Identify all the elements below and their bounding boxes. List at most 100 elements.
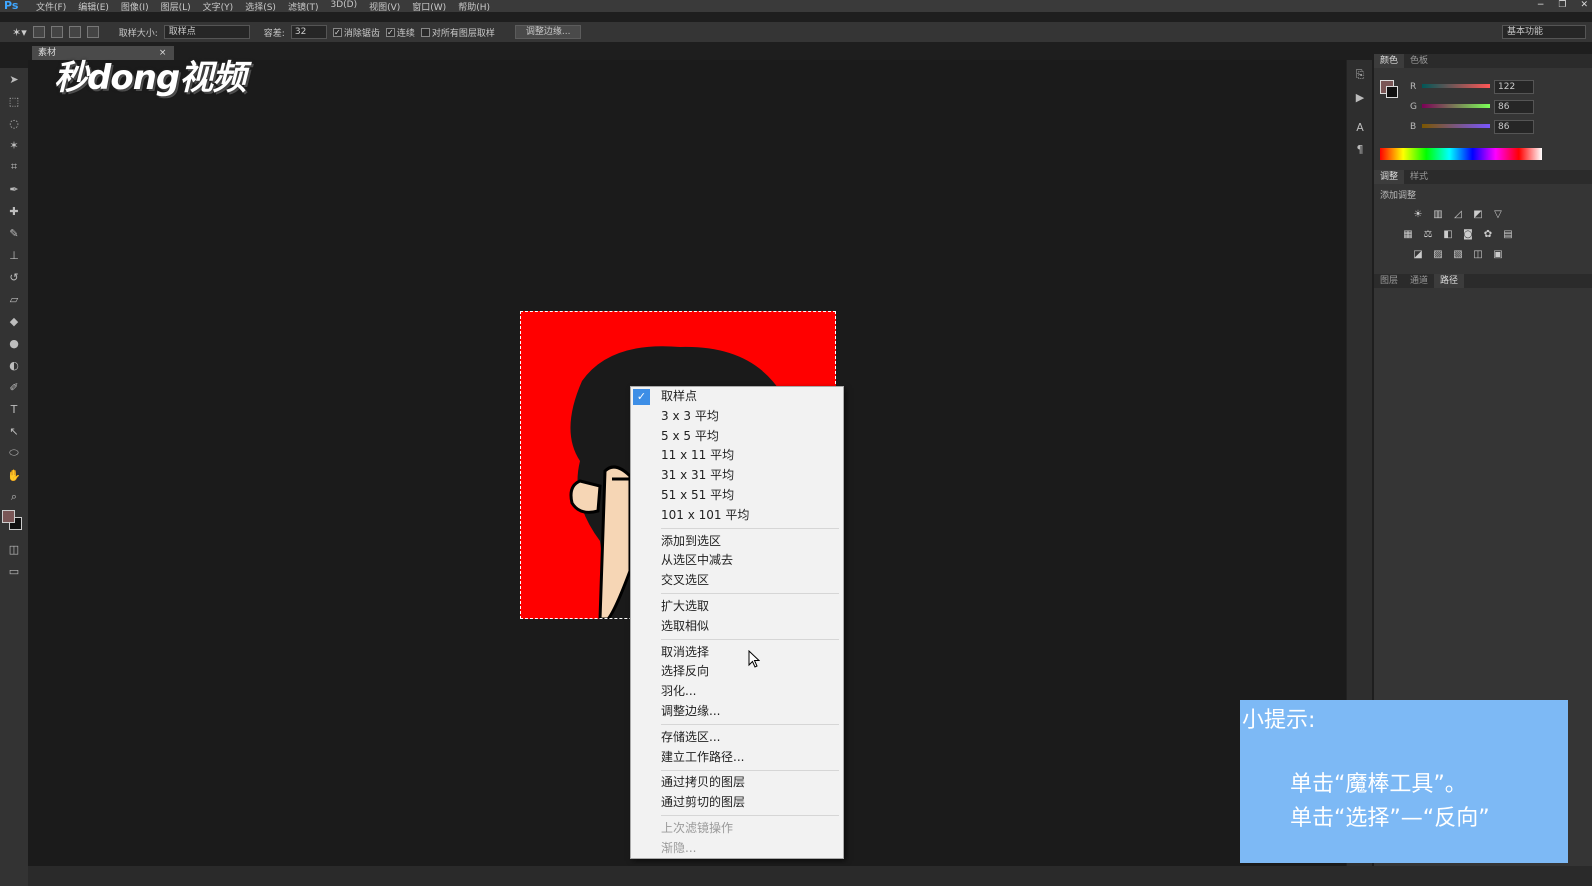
pen-tool-icon[interactable]: ✐ (0, 376, 28, 398)
hue-saturation-icon[interactable]: ▦ (1400, 227, 1416, 241)
healing-brush-tool-icon[interactable]: ✚ (0, 200, 28, 222)
context-menu-item[interactable]: 选取相似 (631, 617, 843, 637)
paint-bucket-tool-icon[interactable]: ◆ (0, 310, 28, 332)
color-swatches[interactable] (0, 508, 28, 538)
context-menu-item[interactable]: 交叉选区 (631, 571, 843, 591)
color-balance-icon[interactable]: ⚖ (1420, 227, 1436, 241)
menu-item[interactable]: 文件(F) (30, 0, 72, 13)
menu-item[interactable]: 窗口(W) (406, 0, 452, 13)
context-menu-item[interactable]: 调整边缘... (631, 702, 843, 722)
sample-size-select[interactable]: 取样点 (163, 25, 250, 39)
shape-tool-icon[interactable]: ⬭ (0, 442, 28, 464)
selective-color-icon[interactable]: ▣ (1490, 247, 1506, 261)
brush-tool-icon[interactable]: ✎ (0, 222, 28, 244)
zoom-tool-icon[interactable]: ⌕ (0, 486, 28, 508)
subtract-from-selection-icon[interactable] (68, 26, 81, 38)
magic-wand-tool-preset-icon[interactable]: ✶▾ (12, 26, 27, 39)
menu-item[interactable]: 图像(I) (115, 0, 155, 13)
exposure-icon[interactable]: ◩ (1470, 207, 1486, 221)
actions-panel-icon[interactable]: ▶ (1347, 86, 1373, 108)
photo-filter-icon[interactable]: ◙ (1460, 227, 1476, 241)
menu-item[interactable]: 滤镜(T) (282, 0, 325, 13)
workspace-select[interactable]: 基本功能 (1502, 25, 1586, 39)
anti-alias-checkbox[interactable]: ✓ 消除锯齿 (332, 26, 380, 39)
posterize-icon[interactable]: ▨ (1430, 247, 1446, 261)
hand-tool-icon[interactable]: ✋ (0, 464, 28, 486)
channel-mixer-icon[interactable]: ✿ (1480, 227, 1496, 241)
context-menu-item[interactable]: 选择反向 (631, 662, 843, 682)
paragraph-panel-icon[interactable]: ¶ (1347, 138, 1373, 160)
type-tool-icon[interactable]: T (0, 398, 28, 420)
tab-swatches[interactable]: 色板 (1404, 54, 1434, 68)
tab-adjustments[interactable]: 调整 (1374, 170, 1405, 184)
color-spectrum-bar[interactable] (1380, 148, 1542, 160)
menu-item[interactable]: 选择(S) (239, 0, 282, 13)
crop-tool-icon[interactable]: ⌗ (0, 156, 28, 178)
curves-icon[interactable]: ◿ (1450, 207, 1466, 221)
history-panel-icon[interactable]: ⎘ (1347, 64, 1373, 86)
context-menu-item[interactable]: 通过剪切的图层 (631, 793, 843, 813)
brightness-icon[interactable]: ☀ (1410, 207, 1426, 221)
context-menu-item[interactable]: 取消选择 (631, 643, 843, 663)
context-menu-item[interactable]: 3 x 3 平均 (631, 407, 843, 427)
marquee-tool-icon[interactable]: ⬚ (0, 90, 28, 112)
clone-stamp-tool-icon[interactable]: ⊥ (0, 244, 28, 266)
screen-mode-icon[interactable]: ▭ (0, 560, 28, 582)
tab-paths[interactable]: 路径 (1434, 274, 1465, 288)
red-slider[interactable] (1422, 84, 1490, 88)
context-menu-item[interactable]: 通过拷贝的图层 (631, 773, 843, 793)
contiguous-checkbox[interactable]: ✓ 连续 (385, 26, 415, 39)
context-menu-item[interactable]: 51 x 51 平均 (631, 486, 843, 506)
invert-icon[interactable]: ◪ (1410, 247, 1426, 261)
context-menu-item[interactable]: 扩大选取 (631, 597, 843, 617)
blur-tool-icon[interactable]: ● (0, 332, 28, 354)
red-value-input[interactable]: 122 (1494, 80, 1534, 94)
context-menu-item[interactable]: 建立工作路径... (631, 748, 843, 768)
menu-item[interactable]: 3D(D) (324, 0, 363, 13)
context-menu-item[interactable]: 添加到选区 (631, 532, 843, 552)
context-menu-item[interactable]: 存储选区... (631, 728, 843, 748)
color-lookup-icon[interactable]: ▤ (1500, 227, 1516, 241)
menu-item[interactable]: 文字(Y) (197, 0, 240, 13)
menu-item[interactable]: 编辑(E) (72, 0, 115, 13)
blue-value-input[interactable]: 86 (1494, 120, 1534, 134)
menu-item[interactable]: 帮助(H) (452, 0, 496, 13)
quick-mask-icon[interactable]: ◫ (0, 538, 28, 560)
minimize-button[interactable]: − (1537, 0, 1545, 10)
green-slider[interactable] (1422, 104, 1490, 108)
tab-color[interactable]: 颜色 (1374, 54, 1405, 68)
green-value-input[interactable]: 86 (1494, 100, 1534, 114)
foreground-color-swatch[interactable] (2, 510, 15, 523)
blue-slider[interactable] (1422, 124, 1490, 128)
context-menu-item[interactable]: ✓ 取样点 (631, 387, 843, 407)
restore-button[interactable]: ❐ (1558, 0, 1566, 10)
eyedropper-tool-icon[interactable]: ✒ (0, 178, 28, 200)
move-tool-icon[interactable]: ➤ (0, 68, 28, 90)
refine-edge-button[interactable]: 调整边缘... (514, 25, 582, 39)
sample-all-layers-checkbox[interactable]: 对所有图层取样 (420, 26, 495, 39)
menu-item[interactable]: 图层(L) (155, 0, 197, 13)
history-brush-tool-icon[interactable]: ↺ (0, 266, 28, 288)
tab-channels[interactable]: 通道 (1404, 274, 1434, 288)
magic-wand-tool-icon[interactable]: ✶ (0, 134, 28, 156)
lasso-tool-icon[interactable]: ◌ (0, 112, 28, 134)
close-button[interactable]: ✕ (1580, 0, 1588, 10)
context-menu-item[interactable]: 5 x 5 平均 (631, 427, 843, 447)
character-panel-icon[interactable]: A (1347, 116, 1373, 138)
path-selection-tool-icon[interactable]: ↖ (0, 420, 28, 442)
levels-icon[interactable]: ▥ (1430, 207, 1446, 221)
context-menu-item[interactable]: 11 x 11 平均 (631, 446, 843, 466)
context-menu-item[interactable]: 31 x 31 平均 (631, 466, 843, 486)
context-menu-item[interactable]: 从选区中减去 (631, 551, 843, 571)
gradient-map-icon[interactable]: ◫ (1470, 247, 1486, 261)
tab-styles[interactable]: 样式 (1404, 170, 1434, 184)
black-white-icon[interactable]: ◧ (1440, 227, 1456, 241)
menu-item[interactable]: 视图(V) (363, 0, 406, 13)
threshold-icon[interactable]: ▧ (1450, 247, 1466, 261)
intersect-selection-icon[interactable] (86, 26, 99, 38)
new-selection-icon[interactable] (32, 26, 45, 38)
dodge-tool-icon[interactable]: ◐ (0, 354, 28, 376)
eraser-tool-icon[interactable]: ▱ (0, 288, 28, 310)
tab-layers[interactable]: 图层 (1374, 274, 1404, 288)
context-menu-item[interactable]: 101 x 101 平均 (631, 506, 843, 526)
